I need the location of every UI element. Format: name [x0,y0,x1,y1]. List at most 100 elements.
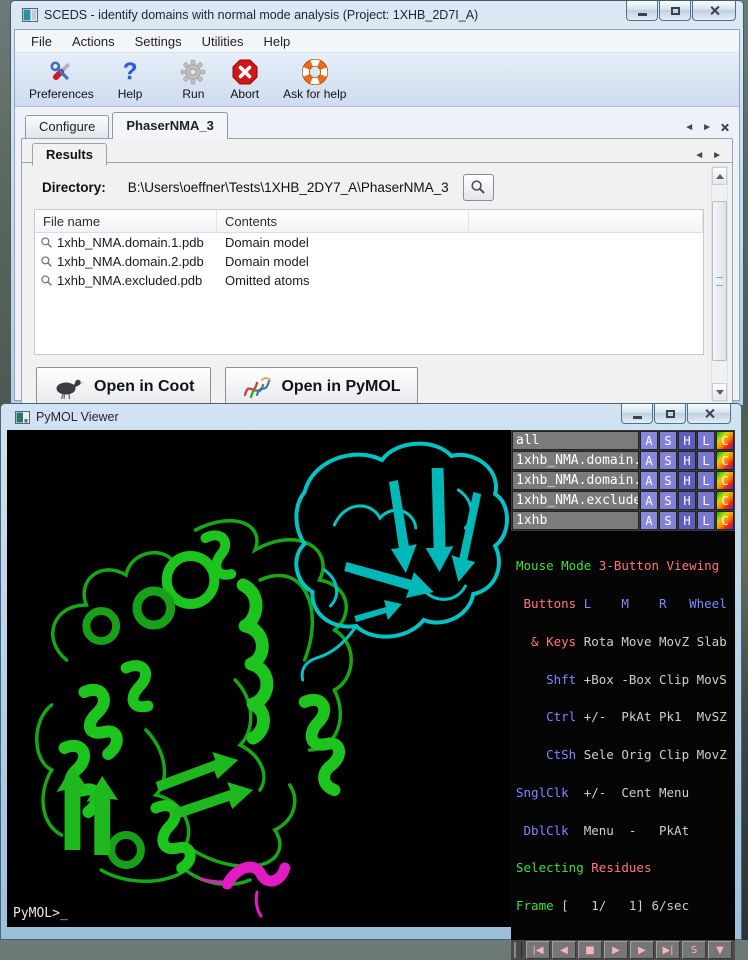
scene-label: S [691,945,697,956]
abort-button[interactable]: Abort [224,56,265,104]
label-menu-button[interactable]: L [697,511,715,530]
close-button[interactable] [692,1,736,21]
menu-help[interactable]: Help [253,34,300,49]
hide-menu-button[interactable]: H [678,511,696,530]
show-menu-button[interactable]: S [659,491,677,510]
hide-menu-button[interactable]: H [678,491,696,510]
hide-menu-button[interactable]: H [678,431,696,450]
pymol-viewport[interactable]: PyMOL>_ [7,430,511,927]
mouse-mode-line[interactable]: Mouse Mode 3-Button Viewing [516,560,733,573]
lifebuoy-icon [302,58,328,86]
hide-menu-button[interactable]: H [678,471,696,490]
selecting-mode-line[interactable]: Selecting Residues [516,862,733,875]
column-header-contents[interactable]: Contents [217,210,469,232]
tab-results[interactable]: Results [32,143,107,166]
object-name-button[interactable]: 1xhb_NMA.domain. [512,471,639,490]
action-menu-button[interactable]: A [640,451,658,470]
file-contents: Domain model [217,235,469,250]
step-forward-button[interactable]: ▶ [630,941,654,959]
results-panel: Results ◄ ► Directory: B:\Users\oeffner\… [21,138,733,406]
play-icon: ▶ [612,945,620,956]
subtab-scroll-left-icon[interactable]: ◄ [694,150,704,161]
subtab-scroll-right-icon[interactable]: ► [712,150,722,161]
object-row: 1xhb_NMA.domain. ASHLC [512,471,734,490]
table-row[interactable]: 1xhb_NMA.domain.2.pdb Domain model [35,252,703,271]
window-title: PyMOL Viewer [36,410,119,424]
ask-for-help-button[interactable]: Ask for help [277,56,352,104]
run-button[interactable]: Run [174,56,212,104]
stop-button[interactable]: ■ [578,941,602,959]
open-in-coot-button[interactable]: Open in Coot [36,367,211,407]
gear-icon [180,58,206,86]
color-menu-button[interactable]: C [716,511,734,530]
show-menu-button[interactable]: S [659,471,677,490]
file-name: 1xhb_NMA.domain.2.pdb [57,254,204,269]
file-name: 1xhb_NMA.domain.1.pdb [57,235,204,250]
color-menu-button[interactable]: C [716,431,734,450]
table-row[interactable]: 1xhb_NMA.excluded.pdb Omitted atoms [35,271,703,290]
menu-file[interactable]: File [21,34,62,49]
action-menu-button[interactable]: A [640,511,658,530]
scrollbar[interactable] [711,166,728,402]
label-menu-button[interactable]: L [697,451,715,470]
maximize-button[interactable] [659,1,691,21]
color-menu-button[interactable]: C [716,451,734,470]
maximize-button[interactable] [654,404,686,424]
object-name-button[interactable]: 1xhb_NMA.exclude [512,491,639,510]
tab-scroll-left-icon[interactable]: ◄ [684,122,694,133]
show-menu-button[interactable]: S [659,451,677,470]
column-header-filename[interactable]: File name [35,210,217,232]
action-menu-button[interactable]: A [640,471,658,490]
show-menu-button[interactable]: S [659,431,677,450]
scene-button[interactable]: S [682,941,706,959]
help-button[interactable]: ? Help [112,56,149,104]
rewind-button[interactable]: |◀ [526,941,550,959]
minimize-button[interactable] [621,404,653,424]
object-name-button[interactable]: all [512,431,639,450]
color-menu-button[interactable]: C [716,471,734,490]
scroll-down-button[interactable] [712,383,727,401]
color-menu-button[interactable]: C [716,491,734,510]
open-in-pymol-button[interactable]: Open in PyMOL [225,367,417,407]
panel-grip-icon[interactable] [514,942,522,958]
hide-menu-button[interactable]: H [678,451,696,470]
label-menu-button[interactable]: L [697,491,715,510]
fast-forward-button[interactable]: ▶| [656,941,680,959]
menu-dropdown-button[interactable]: ▼ [708,941,732,959]
scrollbar-thumb[interactable] [712,201,727,361]
browse-button[interactable] [463,174,494,201]
step-back-button[interactable]: ◀ [552,941,576,959]
tab-configure[interactable]: Configure [25,115,109,138]
tab-close-icon[interactable] [720,123,729,132]
object-name-button[interactable]: 1xhb_NMA.domain. [512,451,639,470]
label-menu-button[interactable]: L [697,431,715,450]
minimize-button[interactable] [626,1,658,21]
directory-value: B:\Users\oeffner\Tests\1XHB_2DY7_A\Phase… [128,180,449,195]
tab-phasernma3[interactable]: PhaserNMA_3 [112,112,227,139]
scrollbar-track[interactable] [712,185,727,383]
pymol-titlebar[interactable]: PyMOL Viewer [7,404,735,430]
tab-scroll-right-icon[interactable]: ► [702,122,712,133]
scroll-up-button[interactable] [712,167,727,185]
menu-utilities[interactable]: Utilities [192,34,254,49]
show-menu-button[interactable]: S [659,511,677,530]
abort-icon [232,58,258,86]
command-prompt[interactable]: PyMOL>_ [13,906,68,921]
sceds-titlebar[interactable]: SCEDS - identify domains with normal mod… [14,1,740,29]
column-header-blank [469,210,703,232]
mouse-matrix-line: DblClk Menu - PkAt [516,825,733,838]
menu-settings[interactable]: Settings [125,34,192,49]
object-name-button[interactable]: 1xhb [512,511,639,530]
label-menu-button[interactable]: L [697,471,715,490]
pymol-client: PyMOL>_ all ASHLC 1xhb_NMA.domain. ASHLC… [7,430,735,927]
action-menu-button[interactable]: A [640,431,658,450]
preferences-button[interactable]: Preferences [23,56,100,104]
step-forward-icon: ▶ [638,945,646,956]
table-row[interactable]: 1xhb_NMA.domain.1.pdb Domain model [35,233,703,252]
play-button[interactable]: ▶ [604,941,628,959]
action-menu-button[interactable]: A [640,491,658,510]
close-button[interactable] [687,404,731,424]
question-icon: ? [123,58,138,86]
menu-actions[interactable]: Actions [62,34,125,49]
pymol-app-icon [15,411,30,424]
